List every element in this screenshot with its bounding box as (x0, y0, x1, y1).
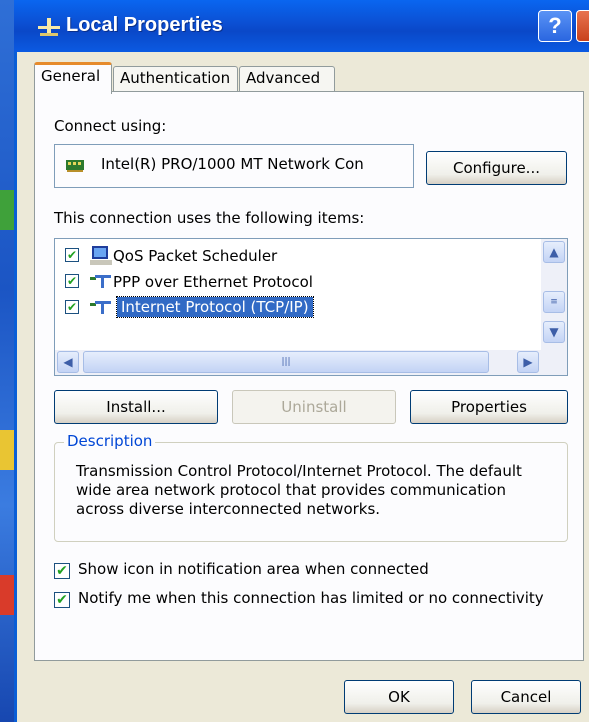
install-button[interactable]: Install... (54, 390, 218, 424)
help-button[interactable]: ? (538, 10, 572, 42)
description-legend: Description (64, 432, 156, 450)
scroll-right-icon[interactable]: ▶ (517, 351, 539, 373)
adapter-field: Intel(R) PRO/1000 MT Network Con (54, 144, 414, 188)
item-label: QoS Packet Scheduler (113, 247, 278, 265)
cancel-button[interactable]: Cancel (471, 680, 581, 714)
desktop-icon-fragment (0, 190, 14, 230)
title-bar[interactable]: Local Properties ? X (14, 0, 589, 52)
item-checkbox[interactable]: ✔ (65, 300, 79, 314)
close-button[interactable]: X (576, 10, 589, 42)
scroll-up-icon[interactable]: ▲ (543, 241, 565, 263)
uninstall-button[interactable]: Uninstall (232, 390, 396, 424)
properties-button[interactable]: Properties (410, 390, 568, 424)
tab-advanced[interactable]: Advanced (239, 66, 335, 92)
protocol-icon (89, 301, 113, 319)
adapter-name: Intel(R) PRO/1000 MT Network Con (101, 155, 364, 173)
item-checkbox[interactable]: ✔ (65, 248, 79, 262)
tab-general[interactable]: General (34, 62, 112, 94)
desktop-icon-fragment (0, 430, 14, 470)
network-service-icon (89, 245, 113, 271)
items-list-label: This connection uses the following items… (54, 209, 365, 227)
tab-authentication[interactable]: Authentication (113, 66, 238, 92)
connect-using-label: Connect using: (54, 117, 167, 135)
horizontal-scrollbar[interactable]: ◀ ||| ▶ (55, 350, 567, 375)
network-connection-icon (36, 16, 62, 38)
scroll-thumb-horizontal[interactable]: ||| (83, 351, 489, 373)
show-icon-label[interactable]: Show icon in notification area when conn… (78, 560, 429, 578)
desktop-edge (0, 0, 14, 722)
item-label: Internet Protocol (TCP/IP) (116, 296, 314, 318)
description-text: Transmission Control Protocol/Internet P… (76, 462, 546, 519)
description-line: across diverse interconnected networks. (76, 500, 381, 518)
components-list[interactable]: ✔ QoS Packet Scheduler ✔ PPP over Ethern… (54, 238, 568, 376)
ok-button[interactable]: OK (344, 680, 454, 714)
show-icon-checkbox[interactable]: ✔ (54, 563, 70, 579)
notify-checkbox[interactable]: ✔ (54, 592, 70, 608)
description-line: wide area network protocol that provides… (76, 481, 506, 499)
configure-button[interactable]: Configure... (426, 151, 567, 185)
desktop-icon-fragment (0, 575, 14, 615)
protocol-icon (89, 275, 113, 293)
notify-label[interactable]: Notify me when this connection has limit… (78, 589, 544, 607)
description-line: Transmission Control Protocol/Internet P… (76, 462, 522, 480)
network-adapter-icon (65, 157, 85, 177)
item-label: PPP over Ethernet Protocol (113, 273, 313, 291)
item-checkbox[interactable]: ✔ (65, 274, 79, 288)
scroll-thumb[interactable]: ≡ (543, 291, 565, 313)
window-title: Local Properties (66, 14, 223, 36)
scroll-down-icon[interactable]: ▼ (543, 321, 565, 343)
vertical-scrollbar[interactable]: ▲ ≡ ▼ (541, 239, 567, 350)
scroll-left-icon[interactable]: ◀ (57, 351, 79, 373)
